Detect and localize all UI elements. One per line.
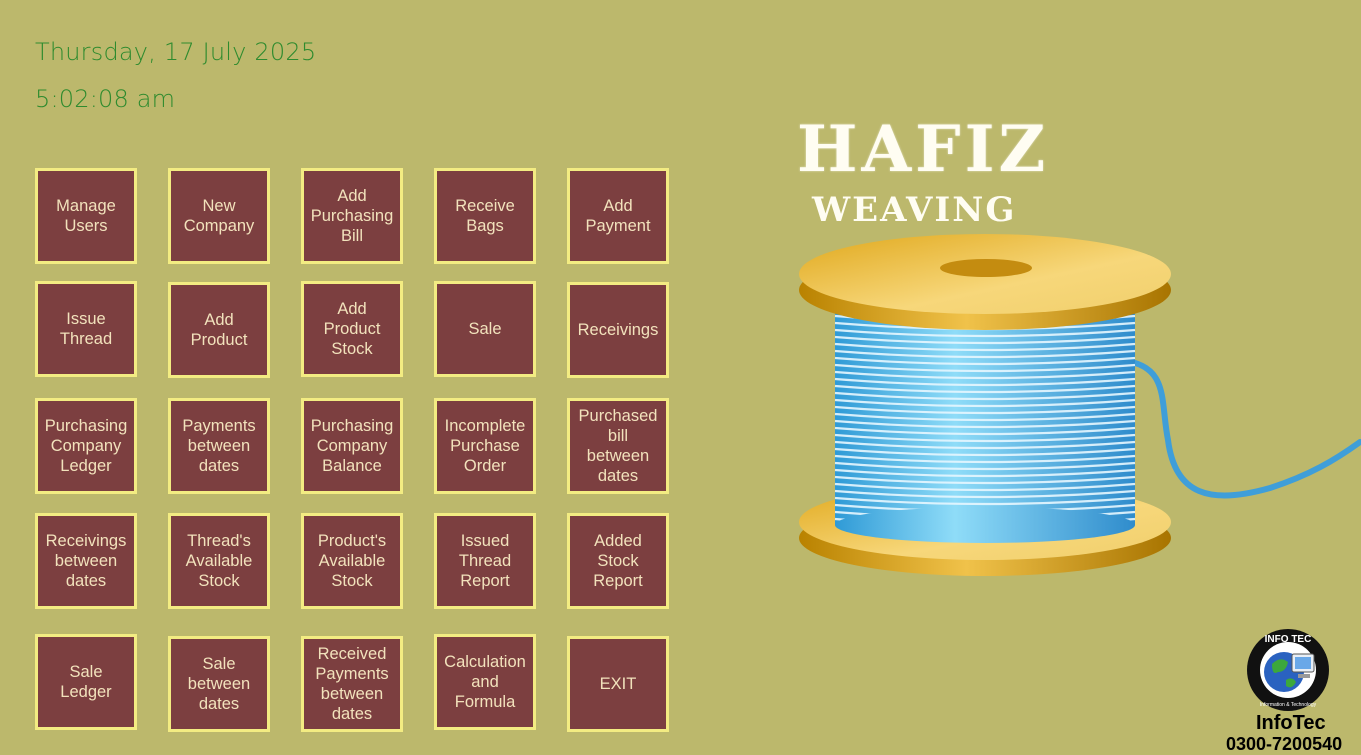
current-date: Thursday, 17 July 2025 [35,38,317,66]
brand-subtitle: WEAVING [812,190,1017,230]
new-company-button[interactable]: New Company [168,168,270,264]
button-label: Payments between dates [182,417,256,475]
receive-bags-button[interactable]: Receive Bags [434,168,536,264]
button-label: Manage Users [56,197,116,235]
add-product-button[interactable]: Add Product [168,282,270,378]
button-label: Received Payments between dates [315,645,389,723]
button-label: Product's Available Stock [317,532,387,590]
button-label: Calculation and Formula [444,653,526,711]
infotec-globe-logo: INFO TEC Information & Technology [1247,629,1329,711]
button-label: Add Product Stock [323,300,381,358]
button-label: Thread's Available Stock [185,532,253,590]
button-label: Purchasing Company Balance [310,417,394,475]
purchased-bill-between-dates-button[interactable]: Purchased bill between dates [567,398,669,494]
purchasing-company-ledger-button[interactable]: Purchasing Company Ledger [35,398,137,494]
button-label: New Company [183,197,255,235]
add-payment-button[interactable]: Add Payment [567,168,669,264]
added-stock-report-button[interactable]: Added Stock Report [567,513,669,609]
infotec-name: InfoTec [1256,712,1326,734]
button-label: Add Payment [585,197,651,235]
add-purchasing-bill-button[interactable]: Add Purchasing Bill [301,168,403,264]
button-label: Sale [468,320,502,338]
exit-button[interactable]: EXIT [567,636,669,732]
add-product-stock-button[interactable]: Add Product Stock [301,281,403,377]
logo-text-top: INFO TEC [1265,634,1312,645]
button-label: EXIT [599,675,637,693]
infotec-phone: 0300-7200540 [1226,734,1343,754]
logo-text-bottom: Information & Technology [1260,702,1317,708]
payments-between-dates-button[interactable]: Payments between dates [168,398,270,494]
incomplete-purchase-order-button[interactable]: Incomplete Purchase Order [434,398,536,494]
purchasing-company-balance-button[interactable]: Purchasing Company Balance [301,398,403,494]
current-time: 5:02:08 am [35,85,176,113]
thread-spool-icon [799,234,1361,576]
products-available-stock-button[interactable]: Product's Available Stock [301,513,403,609]
calculation-and-formula-button[interactable]: Calculation and Formula [434,634,536,730]
button-label: Add Purchasing Bill [310,187,394,245]
threads-available-stock-button[interactable]: Thread's Available Stock [168,513,270,609]
button-label: Incomplete Purchase Order [444,417,526,475]
button-label: Added Stock Report [593,532,643,590]
receivings-between-dates-button[interactable]: Receivings between dates [35,513,137,609]
receivings-button[interactable]: Receivings [567,282,669,378]
button-label: Issued Thread Report [458,532,512,590]
button-label: Purchased bill between dates [578,407,658,485]
issued-thread-report-button[interactable]: Issued Thread Report [434,513,536,609]
manage-users-button[interactable]: Manage Users [35,168,137,264]
button-label: Sale Ledger [60,663,112,701]
sale-ledger-button[interactable]: Sale Ledger [35,634,137,730]
received-payments-between-dates-button[interactable]: Received Payments between dates [301,636,403,732]
sale-between-dates-button[interactable]: Sale between dates [168,636,270,732]
button-label: Sale between dates [187,655,251,713]
button-label: Issue Thread [59,310,113,348]
button-label: Purchasing Company Ledger [44,417,128,475]
issue-thread-button[interactable]: Issue Thread [35,281,137,377]
button-label: Receivings [577,321,659,339]
sale-button[interactable]: Sale [434,281,536,377]
button-label: Add Product [190,311,248,349]
button-label: Receive Bags [455,197,515,235]
brand-title: HAFIZ [797,112,1050,187]
button-label: Receivings between dates [45,532,127,590]
